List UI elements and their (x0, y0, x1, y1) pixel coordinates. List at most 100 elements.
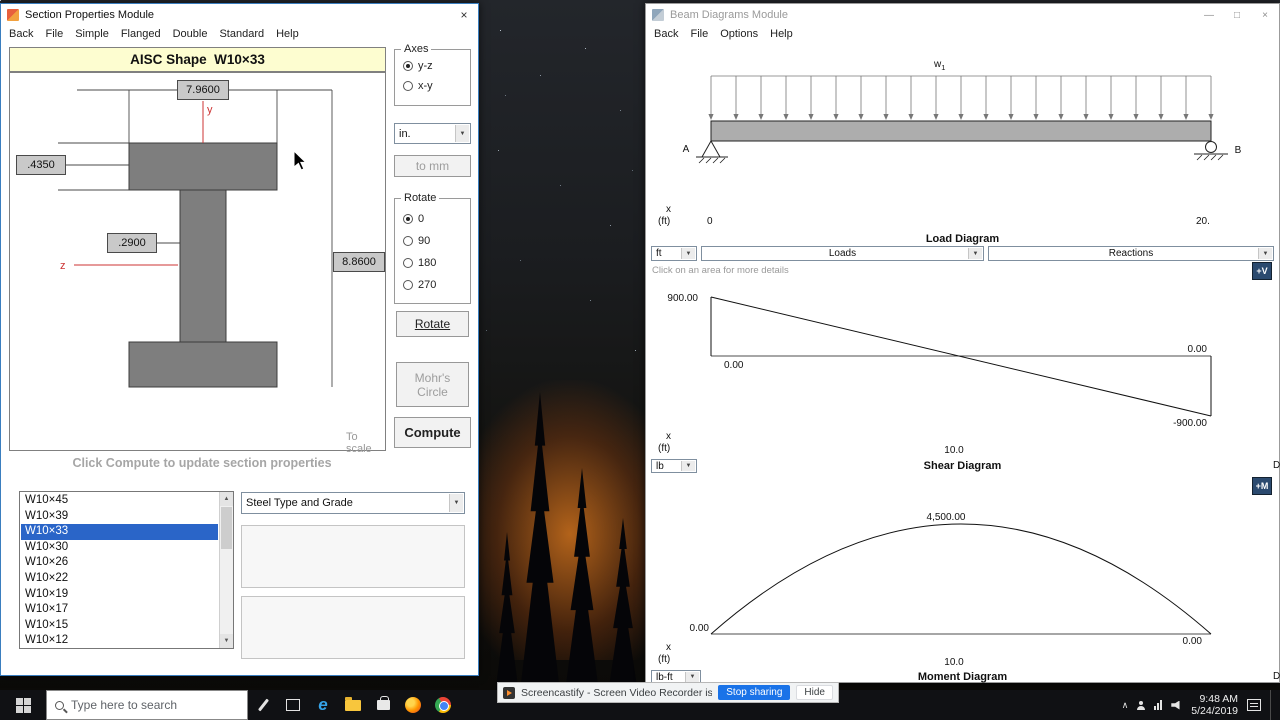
radio-rotate-0[interactable]: 0 (403, 213, 424, 225)
radio-xy[interactable]: x-y (403, 80, 433, 92)
rotate-button[interactable]: Rotate (396, 311, 469, 337)
menu-double[interactable]: Double (167, 28, 214, 40)
list-item[interactable]: W10×15 (21, 618, 218, 634)
radio-rotate-270[interactable]: 270 (403, 279, 436, 291)
load-diagram[interactable]: w1 A B x (ft) 0 20. (646, 40, 1280, 232)
list-scrollbar[interactable]: ▲ ▼ (219, 492, 233, 648)
radio-rotate-0-circle[interactable] (403, 214, 413, 224)
chrome-icon (435, 697, 451, 713)
shear-max-label: 900.00 (667, 293, 698, 304)
hide-button[interactable]: Hide (796, 685, 833, 700)
list-item[interactable]: W10×12 (21, 633, 218, 647)
stop-sharing-button[interactable]: Stop sharing (718, 685, 791, 700)
search-input[interactable] (71, 698, 231, 712)
task-view-button[interactable] (279, 690, 307, 720)
list-item[interactable]: W10×19 (21, 587, 218, 603)
chevron-down-icon[interactable]: ▼ (1258, 248, 1272, 259)
menu-help[interactable]: Help (764, 28, 799, 40)
menu-options[interactable]: Options (714, 28, 764, 40)
beam-diagrams-window: Beam Diagrams Module — □ × Back File Opt… (645, 3, 1280, 684)
radio-yz-circle[interactable] (403, 61, 413, 71)
steel-grade-dropdown[interactable]: Steel Type and Grade ▼ (241, 492, 465, 514)
compute-hint: Click Compute to update section properti… (72, 456, 332, 470)
store-button[interactable] (369, 690, 397, 720)
radio-rotate-180[interactable]: 180 (403, 257, 436, 269)
shear-toggle-button[interactable]: +V (1252, 262, 1272, 280)
list-item[interactable]: W10×17 (21, 602, 218, 618)
chevron-down-icon[interactable]: ▼ (449, 494, 463, 512)
radio-rotate-270-label: 270 (418, 279, 437, 291)
to-mm-button[interactable]: to mm (394, 155, 471, 177)
x-end-tick: 20. (1196, 216, 1210, 227)
chevron-down-icon[interactable]: ▼ (455, 125, 469, 142)
edge-button[interactable]: e (309, 690, 337, 720)
action-center-icon[interactable] (1247, 699, 1261, 711)
radio-xy-circle[interactable] (403, 81, 413, 91)
tray-clock[interactable]: 9:48 AM 5/24/2019 (1191, 693, 1238, 717)
pen-button[interactable] (249, 690, 277, 720)
list-item[interactable]: W10×22 (21, 571, 218, 587)
support-b-roller (1194, 141, 1228, 161)
close-icon[interactable]: × (1251, 4, 1279, 26)
radio-rotate-90[interactable]: 90 (403, 235, 430, 247)
list-item[interactable]: W10×39 (21, 509, 218, 525)
menu-back[interactable]: Back (3, 28, 39, 40)
shear-diagram[interactable]: 900.00 0.00 0.00 -900.00 x (ft) 10.0 (646, 282, 1280, 456)
list-item[interactable]: W10×45 (21, 493, 218, 509)
moment-zero-left-label: 0.00 (690, 623, 710, 634)
x-start-tick: 0 (707, 216, 713, 227)
list-item[interactable]: W10×30 (21, 540, 218, 556)
maximize-icon[interactable]: □ (1223, 4, 1251, 26)
menu-file[interactable]: File (39, 28, 69, 40)
speaker-icon[interactable] (1171, 700, 1180, 710)
scrollbar-thumb[interactable] (221, 507, 232, 549)
radio-xy-label: x-y (418, 80, 433, 92)
units-dropdown[interactable]: in. ▼ (394, 123, 471, 144)
menu-back[interactable]: Back (648, 28, 684, 40)
z-axis-label: z (60, 260, 66, 272)
radio-yz[interactable]: y-z (403, 60, 433, 72)
menu-standard[interactable]: Standard (213, 28, 270, 40)
radio-rotate-270-circle[interactable] (403, 280, 413, 290)
list-item[interactable]: W10×26 (21, 555, 218, 571)
list-item-selected[interactable]: W10×33 (21, 524, 218, 540)
x-axis-label: x (666, 642, 671, 653)
titlebar[interactable]: Section Properties Module × (1, 4, 478, 26)
length-unit-value: ft (656, 248, 662, 259)
scroll-up-icon[interactable]: ▲ (220, 492, 233, 506)
moment-diagram[interactable]: 4,500.00 0.00 0.00 x (ft) 10.0 (646, 496, 1280, 668)
menu-simple[interactable]: Simple (69, 28, 115, 40)
support-b-label: B (1235, 145, 1242, 156)
minimize-icon[interactable]: — (1195, 4, 1223, 26)
radio-rotate-90-circle[interactable] (403, 236, 413, 246)
file-explorer-button[interactable] (339, 690, 367, 720)
section-drawing-area[interactable]: y z 7.9600 .4350 .2900 8.8600 To scale (9, 72, 386, 455)
start-button[interactable] (0, 690, 46, 720)
menu-flanged[interactable]: Flanged (115, 28, 167, 40)
people-icon[interactable] (1137, 701, 1146, 710)
taskbar-search[interactable] (46, 690, 248, 720)
firefox-button[interactable] (399, 690, 427, 720)
radio-rotate-180-circle[interactable] (403, 258, 413, 268)
menu-help[interactable]: Help (270, 28, 305, 40)
x-axis-unit: (ft) (658, 216, 670, 227)
dim-depth: 8.8600 (333, 252, 385, 272)
chevron-down-icon[interactable]: ▼ (968, 248, 982, 259)
mohrs-circle-button[interactable]: Mohr's Circle (396, 362, 469, 407)
scroll-down-icon[interactable]: ▼ (220, 634, 233, 648)
shape-listbox[interactable]: W10×45 W10×39 W10×33 W10×30 W10×26 W10×2… (19, 491, 234, 649)
menu-file[interactable]: File (684, 28, 714, 40)
network-signal-icon[interactable] (1154, 700, 1163, 710)
moment-toggle-button[interactable]: +M (1252, 477, 1272, 495)
show-desktop-button[interactable] (1270, 690, 1274, 720)
chrome-button[interactable] (429, 690, 457, 720)
loads-dropdown[interactable]: Loads ▼ (701, 246, 984, 261)
titlebar[interactable]: Beam Diagrams Module — □ × (646, 4, 1279, 26)
compute-button[interactable]: Compute (394, 417, 471, 448)
chevron-down-icon[interactable]: ▼ (681, 248, 695, 259)
tray-chevron-icon[interactable]: ∧ (1122, 700, 1129, 711)
reactions-dropdown[interactable]: Reactions ▼ (988, 246, 1274, 261)
close-icon[interactable]: × (450, 4, 478, 26)
length-unit-dropdown[interactable]: ft ▼ (651, 246, 697, 261)
x-axis-unit: (ft) (658, 443, 670, 454)
